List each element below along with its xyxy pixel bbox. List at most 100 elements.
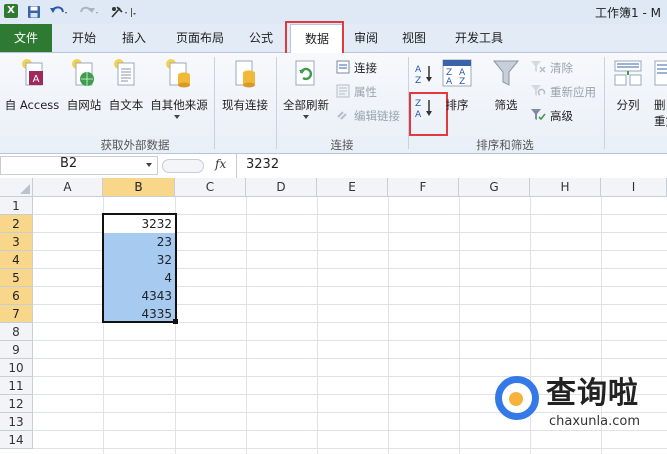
save-icon[interactable] (26, 3, 42, 21)
text-to-columns-icon (614, 60, 642, 86)
row-header-9[interactable]: 9 (0, 341, 33, 359)
column-header-d[interactable]: D (246, 178, 317, 197)
tab-developer[interactable]: 开发工具 (446, 24, 512, 52)
column-header-c[interactable]: C (175, 178, 246, 197)
remove-duplicates-icon (654, 60, 667, 86)
from-text-label: 自文本 (108, 98, 144, 112)
refresh-all-label: 全部刷新 (283, 98, 329, 112)
row-header-4[interactable]: 4 (0, 251, 33, 269)
column-header-e[interactable]: E (317, 178, 388, 197)
clear-filter-icon (531, 61, 546, 73)
chevron-down-icon[interactable] (146, 163, 152, 167)
connections-button[interactable]: 连接 (336, 59, 406, 77)
column-header-f[interactable]: F (388, 178, 459, 197)
tab-home[interactable]: 开始 (62, 24, 106, 52)
sort-ascending-button[interactable]: AZ (412, 63, 436, 85)
formula-input[interactable]: 3232 (246, 157, 279, 172)
web-icon (72, 59, 94, 86)
row-header-8[interactable]: 8 (0, 323, 33, 341)
tab-review[interactable]: 审阅 (346, 24, 386, 52)
row-header-1[interactable]: 1 (0, 197, 33, 215)
properties-button[interactable]: 属性 (336, 83, 406, 101)
selection-range (102, 213, 177, 323)
text-to-columns-button[interactable]: 分列 (608, 57, 648, 133)
formula-bar-splitter[interactable] (162, 159, 204, 173)
watermark-title: 查询啦 (546, 376, 639, 411)
row-header-2[interactable]: 2 (0, 215, 33, 233)
from-other-sources-button[interactable]: 自其他来源 (148, 57, 210, 133)
column-header-a[interactable]: A (33, 178, 103, 197)
reapply-label: 重新应用 (550, 85, 596, 99)
other-sources-icon (166, 59, 190, 88)
row-header-10[interactable]: 10 (0, 359, 33, 377)
sort-button[interactable]: ZAAZ 排序 (440, 57, 474, 133)
ribbon-data: A 自 Access 自网站 自文本 自其他来源 现有连接 获取外部数据 全部刷… (0, 53, 667, 154)
from-text-button[interactable]: 自文本 (105, 57, 147, 117)
connections-icon (336, 60, 350, 74)
tab-file[interactable]: 文件 (0, 24, 52, 52)
name-box-value: B2 (60, 156, 78, 171)
excel-app-icon[interactable]: X (4, 4, 18, 18)
advanced-label: 高级 (550, 109, 573, 123)
properties-icon (336, 84, 350, 98)
column-header-i[interactable]: I (601, 178, 667, 197)
edit-links-button[interactable]: 编辑链接 (336, 107, 412, 125)
filter-button[interactable]: 筛选 (486, 57, 526, 133)
sort-label: 排序 (445, 98, 469, 112)
row-header-11[interactable]: 11 (0, 377, 33, 395)
existing-connections-button[interactable]: 现有连接 (218, 57, 272, 117)
name-box[interactable] (0, 156, 158, 175)
advanced-button[interactable]: 高级 (530, 107, 590, 125)
svg-text:A: A (415, 65, 422, 75)
select-all-triangle-icon (20, 184, 30, 194)
customize-icon[interactable] (108, 3, 138, 21)
row-header-14[interactable]: 14 (0, 431, 33, 449)
clear-button[interactable]: 清除 (530, 59, 600, 77)
row-header-5[interactable]: 5 (0, 269, 33, 287)
from-web-button[interactable]: 自网站 (64, 57, 104, 117)
select-all-corner[interactable] (0, 178, 33, 197)
remove-duplicates-label-2: 重复 (654, 114, 667, 128)
row-header-3[interactable]: 3 (0, 233, 33, 251)
reapply-button[interactable]: 重新应用 (530, 83, 604, 101)
gridline (459, 197, 460, 454)
column-header-g[interactable]: G (459, 178, 530, 197)
tab-page-layout[interactable]: 页面布局 (168, 24, 232, 52)
from-web-label: 自网站 (66, 98, 102, 112)
ribbon-separator (604, 57, 605, 149)
insert-function-icon[interactable]: fx (215, 157, 226, 171)
row-header-6[interactable]: 6 (0, 287, 33, 305)
tab-insert[interactable]: 插入 (112, 24, 156, 52)
formula-bar: B2 fx 3232 (0, 154, 667, 179)
column-header-b[interactable]: B (103, 178, 175, 197)
sort-dialog-icon: Z AA Z (442, 59, 472, 87)
fill-handle[interactable] (173, 319, 178, 324)
text-file-icon (114, 59, 135, 86)
sort-filter-group-label: 排序和筛选 (476, 138, 534, 152)
row-header-7[interactable]: 7 (0, 305, 33, 323)
formula-bar-divider (236, 154, 237, 178)
column-header-h[interactable]: H (530, 178, 601, 197)
properties-label: 属性 (354, 85, 377, 99)
undo-icon[interactable] (48, 3, 70, 21)
tab-view[interactable]: 视图 (394, 24, 434, 52)
filter-label: 筛选 (494, 98, 518, 112)
from-access-button[interactable]: A 自 Access (2, 57, 60, 117)
svg-text:A: A (446, 77, 453, 87)
ribbon-separator (214, 57, 215, 149)
row-header-12[interactable]: 12 (0, 395, 33, 413)
gridline (33, 448, 667, 449)
worksheet-grid[interactable]: A B C D E F G H I 1 2 3 4 5 6 7 8 9 10 1… (0, 178, 667, 454)
svg-text:Z: Z (415, 76, 421, 85)
refresh-icon (295, 60, 315, 86)
remove-duplicates-label-1: 删 (654, 98, 666, 112)
gridline (246, 197, 247, 454)
row-header-13[interactable]: 13 (0, 413, 33, 431)
watermark-logo-dot (509, 392, 523, 406)
tab-formulas[interactable]: 公式 (240, 24, 282, 52)
redo-icon[interactable] (78, 3, 100, 21)
connections-label: 连接 (354, 61, 377, 75)
refresh-all-button[interactable]: 全部刷新 (280, 57, 332, 133)
remove-duplicates-button[interactable]: 删 重复 (652, 57, 667, 133)
get-external-data-group-label: 获取外部数据 (100, 138, 170, 152)
